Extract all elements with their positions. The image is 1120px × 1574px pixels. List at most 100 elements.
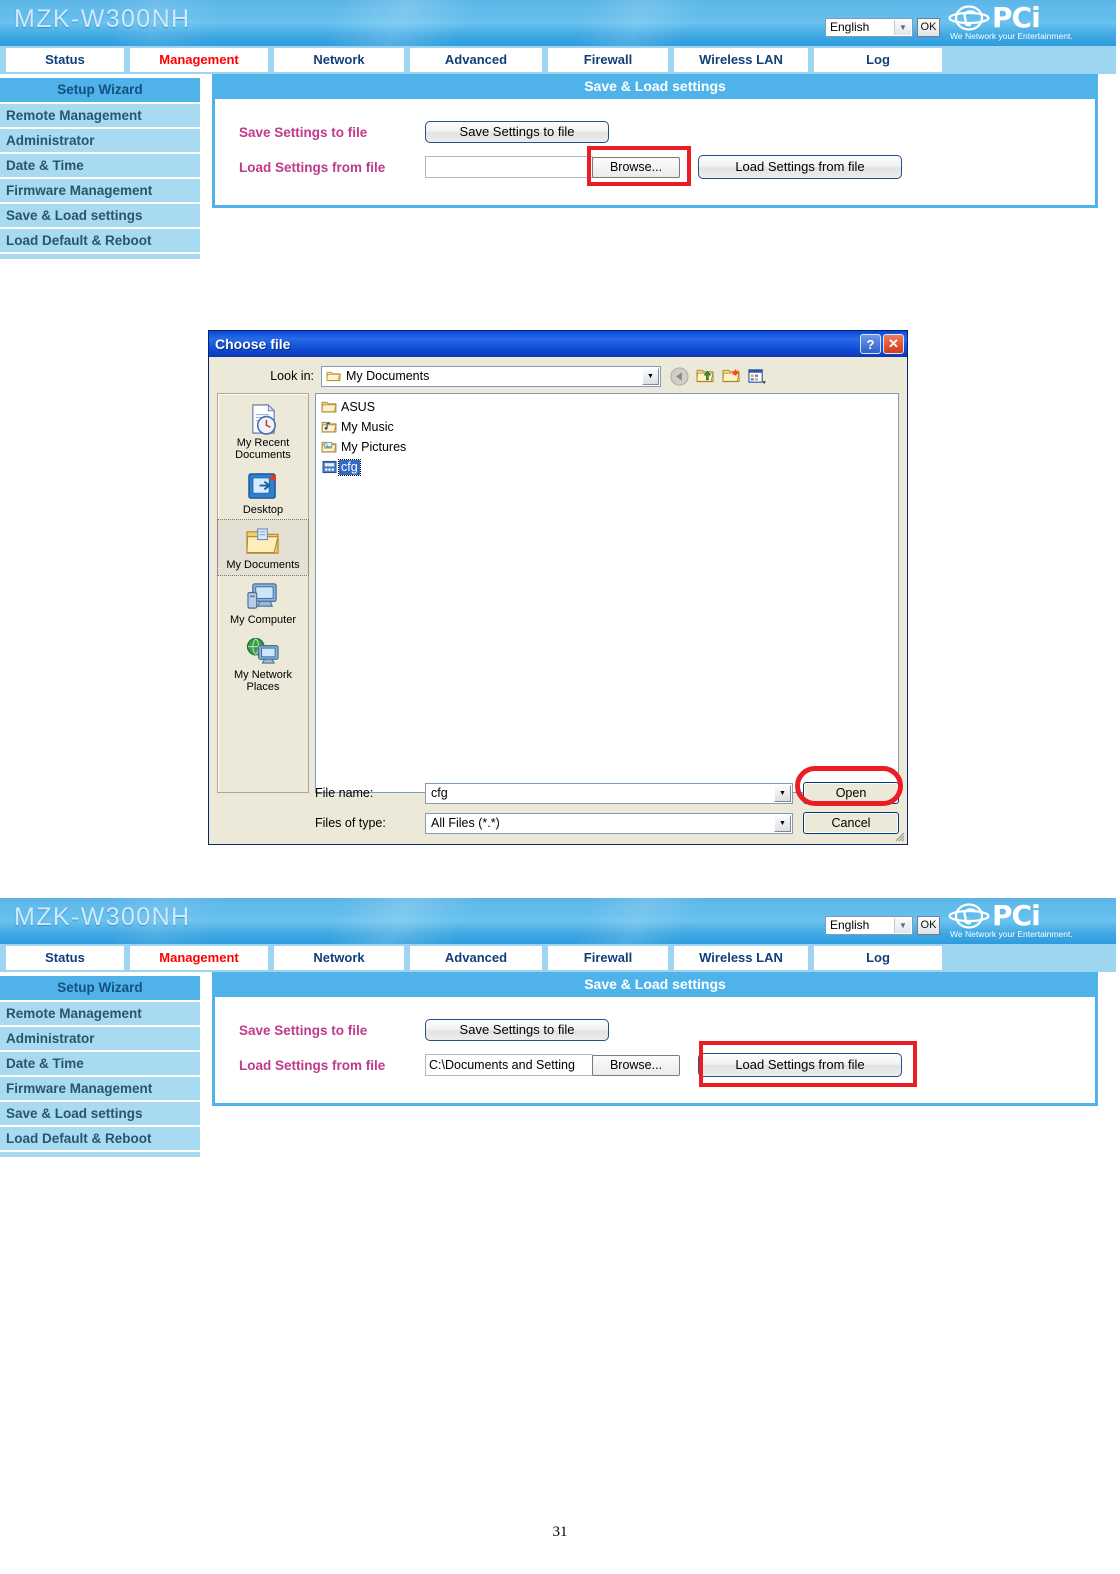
save-settings-row: Save Settings to file Save Settings to f…	[239, 1019, 1095, 1041]
nav-tab-network[interactable]: Network	[274, 48, 404, 72]
pci-wordmark: PCi	[992, 899, 1041, 932]
list-item[interactable]: cfg	[319, 457, 898, 477]
my-computer-icon	[218, 578, 308, 612]
choose-file-dialog: Choose file ? ✕ Look in: My Documents ▼	[208, 330, 908, 845]
file-list[interactable]: ASUS My Music My Pictures cfg	[315, 393, 899, 793]
sidebar-item-firmware-management[interactable]: Firmware Management	[0, 179, 200, 204]
look-in-combo[interactable]: My Documents ▼	[321, 365, 661, 387]
nav-tab-advanced[interactable]: Advanced	[410, 48, 542, 72]
sidebar-header-setup-wizard[interactable]: Setup Wizard	[0, 78, 200, 104]
main-nav-bottom: Status Management Network Advanced Firew…	[0, 944, 1116, 972]
save-settings-label: Save Settings to file	[239, 1022, 368, 1038]
sidebar-item-save-load-settings[interactable]: Save & Load settings	[0, 1102, 200, 1127]
language-select-value: English	[830, 918, 870, 932]
chevron-down-icon[interactable]: ▼	[642, 367, 659, 385]
pci-logo: PCi We Network your Entertainment.	[948, 1, 1108, 44]
new-folder-icon[interactable]	[722, 367, 741, 385]
browse-button[interactable]: Browse...	[592, 1054, 680, 1076]
router-header-bottom: MZK-W300NH English ▼ OK PCi We Network y…	[0, 898, 1116, 944]
model-name: MZK-W300NH	[14, 903, 191, 931]
sidebar-item-administrator[interactable]: Administrator	[0, 1027, 200, 1052]
sidebar-item-save-load-settings[interactable]: Save & Load settings	[0, 204, 200, 229]
language-ok-button[interactable]: OK	[917, 916, 940, 935]
my-documents-icon	[218, 523, 308, 557]
language-select-value: English	[830, 20, 870, 34]
save-settings-button[interactable]: Save Settings to file	[425, 1019, 609, 1041]
content-area-bottom: Save & Load settings Save Settings to fi…	[200, 972, 1116, 1159]
nav-tab-network[interactable]: Network	[274, 946, 404, 970]
files-of-type-value: All Files (*.*)	[431, 816, 500, 830]
chevron-down-icon: ▼	[894, 918, 911, 933]
nav-tab-management[interactable]: Management	[130, 946, 268, 970]
save-load-panel-bottom: Save & Load settings Save Settings to fi…	[212, 972, 1098, 1106]
sidebar-filler	[0, 254, 200, 261]
load-settings-button[interactable]: Load Settings from file	[698, 155, 902, 179]
nav-tab-firewall[interactable]: Firewall	[548, 48, 668, 72]
nav-tab-status[interactable]: Status	[6, 946, 124, 970]
nav-tab-log[interactable]: Log	[814, 946, 942, 970]
list-item-label: cfg	[338, 458, 361, 476]
open-highlight-oval	[795, 766, 903, 806]
place-my-network-places[interactable]: My Network Places	[218, 630, 308, 697]
nav-tab-status[interactable]: Status	[6, 48, 124, 72]
panel-inner: Save Settings to file Save Settings to f…	[215, 997, 1095, 1103]
sidebar-item-date-time[interactable]: Date & Time	[0, 154, 200, 179]
save-settings-button[interactable]: Save Settings to file	[425, 121, 609, 143]
sidebar-item-date-time[interactable]: Date & Time	[0, 1052, 200, 1077]
sidebar-item-remote-management[interactable]: Remote Management	[0, 104, 200, 129]
page-number: 31	[552, 1524, 568, 1540]
language-ok-button[interactable]: OK	[917, 18, 940, 37]
panel-inner: Save Settings to file Save Settings to f…	[215, 99, 1095, 205]
language-select[interactable]: English ▼	[825, 916, 913, 935]
resize-grip-icon[interactable]	[893, 830, 905, 842]
views-icon[interactable]	[748, 368, 766, 385]
place-my-documents[interactable]: My Documents	[217, 519, 309, 576]
list-item-label: My Music	[341, 419, 394, 434]
save-settings-label: Save Settings to file	[239, 124, 368, 140]
language-select[interactable]: English ▼	[825, 18, 913, 37]
up-one-level-icon[interactable]	[696, 367, 715, 385]
chevron-down-icon[interactable]: ▼	[774, 814, 791, 832]
place-desktop[interactable]: Desktop	[218, 465, 308, 520]
chevron-down-icon[interactable]: ▼	[774, 784, 791, 802]
nav-tab-management[interactable]: Management	[130, 48, 268, 72]
cancel-button[interactable]: Cancel	[803, 812, 899, 834]
files-of-type-row: Files of type: All Files (*.*) ▼ Cancel	[315, 812, 899, 834]
pci-globe-icon	[948, 903, 990, 929]
pci-tagline: We Network your Entertainment.	[950, 31, 1073, 41]
load-path-input[interactable]	[425, 156, 593, 178]
list-item[interactable]: My Pictures	[319, 437, 898, 457]
sidebar-item-load-default-reboot[interactable]: Load Default & Reboot	[0, 1127, 200, 1152]
place-my-computer[interactable]: My Computer	[218, 575, 308, 630]
look-in-value: My Documents	[346, 369, 430, 383]
browse-highlight-box	[587, 146, 691, 186]
load-path-input[interactable]: C:\Documents and Setting	[425, 1054, 593, 1076]
nav-tab-wireless-lan[interactable]: Wireless LAN	[674, 946, 808, 970]
list-item-label: My Pictures	[341, 439, 407, 454]
nav-tab-wireless-lan[interactable]: Wireless LAN	[674, 48, 808, 72]
sidebar-header-setup-wizard[interactable]: Setup Wizard	[0, 976, 200, 1002]
sidebar-item-firmware-management[interactable]: Firmware Management	[0, 1077, 200, 1102]
place-my-recent-documents[interactable]: My Recent Documents	[218, 398, 308, 465]
panel-title: Save & Load settings	[212, 972, 1098, 997]
file-name-input[interactable]: cfg ▼	[425, 782, 793, 804]
nav-tab-firewall[interactable]: Firewall	[548, 946, 668, 970]
router-body-bottom: Setup Wizard Remote Management Administr…	[0, 972, 1116, 1159]
list-item[interactable]: ASUS	[319, 397, 898, 417]
nav-tab-log[interactable]: Log	[814, 48, 942, 72]
close-icon[interactable]: ✕	[883, 334, 904, 354]
list-item[interactable]: My Music	[319, 417, 898, 437]
sidebar-item-administrator[interactable]: Administrator	[0, 129, 200, 154]
sidebar-item-remote-management[interactable]: Remote Management	[0, 1002, 200, 1027]
pci-globe-icon	[948, 5, 990, 31]
back-icon[interactable]	[670, 366, 689, 386]
place-label: My Documents	[226, 559, 300, 571]
files-of-type-select[interactable]: All Files (*.*) ▼	[425, 812, 793, 834]
sidebar-item-load-default-reboot[interactable]: Load Default & Reboot	[0, 229, 200, 254]
load-settings-row: Load Settings from file Browse... Load S…	[239, 146, 1095, 186]
help-icon[interactable]: ?	[860, 334, 881, 354]
nav-tab-advanced[interactable]: Advanced	[410, 946, 542, 970]
music-folder-icon	[319, 420, 339, 434]
dialog-title-bar[interactable]: Choose file ? ✕	[209, 331, 907, 357]
router-header-top: MZK-W300NH English ▼ OK PCi We Network y…	[0, 0, 1116, 46]
